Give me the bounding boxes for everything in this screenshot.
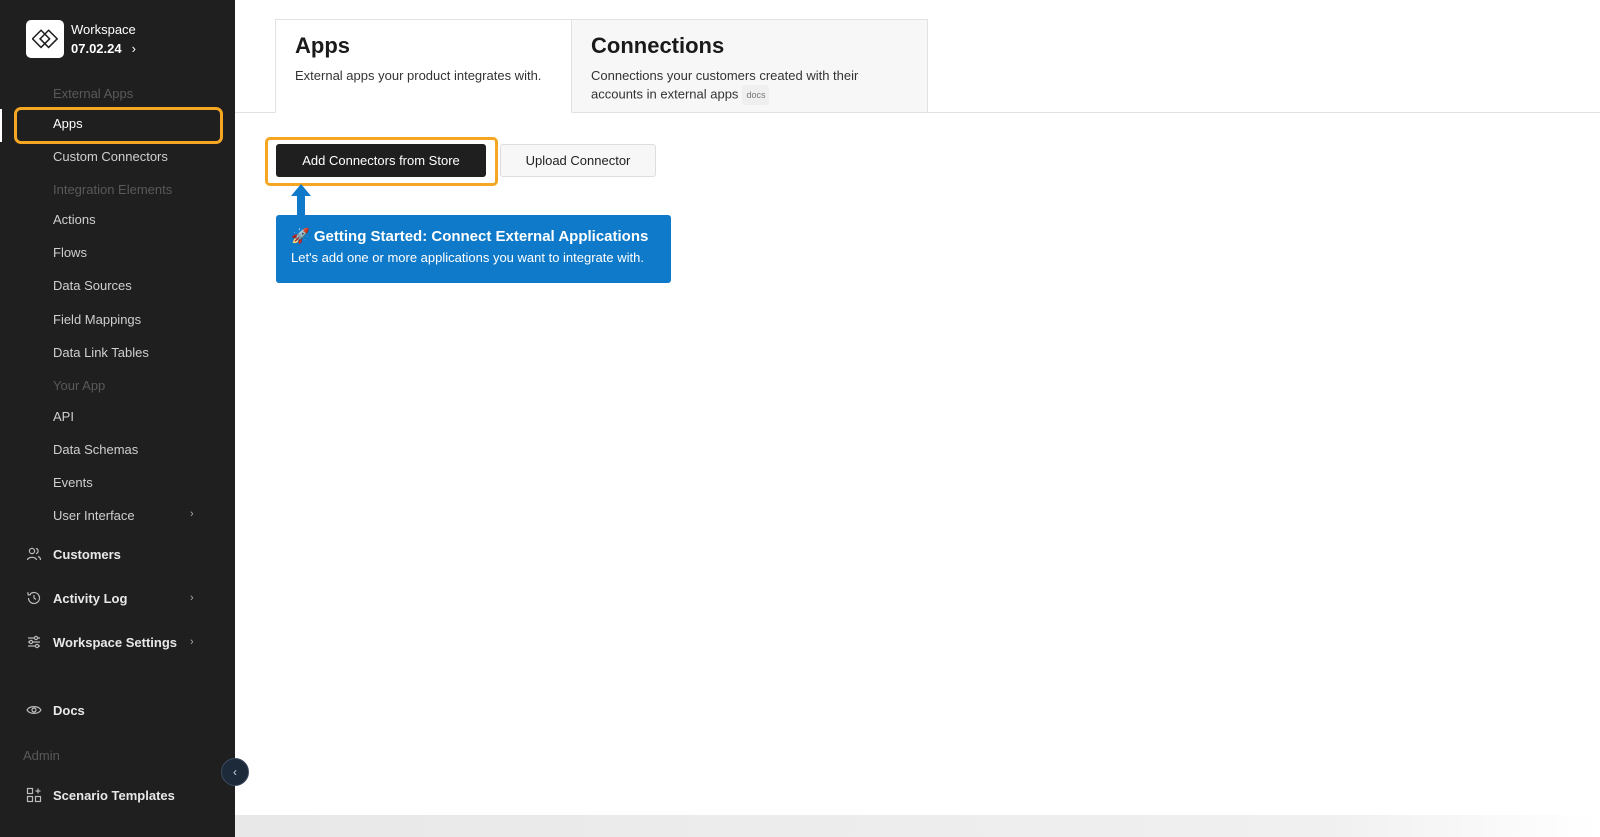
sidebar-item-data-sources[interactable]: Data Sources	[53, 278, 132, 293]
bottom-fade	[235, 815, 1600, 837]
sidebar: Workspace 07.02.24 › External Apps Apps C…	[0, 0, 235, 837]
chevron-right-icon[interactable]: ›	[190, 636, 194, 648]
section-integration-elements: Integration Elements	[53, 182, 173, 197]
docs-badge[interactable]: docs	[742, 85, 770, 105]
sidebar-item-data-link-tables[interactable]: Data Link Tables	[53, 345, 149, 360]
sidebar-item-apps[interactable]: Apps	[53, 116, 83, 131]
add-connectors-from-store-button[interactable]: Add Connectors from Store	[276, 144, 486, 177]
sidebar-item-actions[interactable]: Actions	[53, 212, 96, 227]
sidebar-item-flows[interactable]: Flows	[53, 245, 87, 260]
tab-title: Apps	[295, 33, 350, 58]
sidebar-item-data-schemas[interactable]: Data Schemas	[53, 442, 138, 457]
tab-description: External apps your product integrates wi…	[295, 68, 542, 83]
tab-title: Connections	[591, 33, 725, 58]
section-your-app: Your App	[53, 378, 106, 393]
tooltip-title: Getting Started: Connect External Applic…	[313, 228, 649, 245]
sidebar-item-user-interface[interactable]: User Interface	[53, 508, 135, 523]
sidebar-item-scenario-templates[interactable]: Scenario Templates	[26, 787, 175, 803]
tab-apps[interactable]: Apps External apps your product integrat…	[275, 19, 572, 113]
tab-description: Connections your customers created with …	[591, 68, 859, 102]
section-admin: Admin	[23, 748, 60, 763]
tooltip-body: Let's add one or more applications you w…	[291, 250, 644, 265]
sidebar-item-customers[interactable]: Customers	[26, 546, 121, 562]
tooltip-pointer-icon	[291, 184, 311, 218]
sidebar-item-custom-connectors[interactable]: Custom Connectors	[53, 149, 168, 164]
sidebar-item-label: Workspace Settings	[53, 634, 178, 650]
active-indicator	[0, 109, 2, 142]
workspace-logo-icon	[26, 20, 64, 58]
history-icon	[27, 591, 41, 605]
tab-connections[interactable]: Connections Connections your customers c…	[572, 19, 928, 113]
sidebar-item-label: Docs	[53, 702, 85, 718]
sidebar-item-label: Scenario Templates	[53, 787, 175, 803]
tab-description-wrap: Connections your customers created with …	[591, 67, 911, 105]
sidebar-item-field-mappings[interactable]: Field Mappings	[53, 312, 141, 327]
workspace-name: Workspace	[71, 22, 136, 37]
getting-started-tooltip: 🚀 Getting Started: Connect External Appl…	[276, 215, 671, 283]
upload-connector-button[interactable]: Upload Connector	[500, 144, 656, 177]
chevron-right-icon: ›	[131, 41, 136, 56]
workspace-switcher[interactable]: Workspace 07.02.24 ›	[26, 20, 136, 58]
sidebar-item-docs[interactable]: Docs	[26, 702, 85, 718]
sliders-icon	[28, 635, 40, 649]
workspace-version: 07.02.24	[71, 41, 122, 56]
sidebar-item-label: Customers	[53, 546, 121, 562]
users-icon	[26, 547, 42, 561]
sidebar-item-api[interactable]: API	[53, 409, 74, 424]
sidebar-item-workspace-settings[interactable]: Workspace Settings	[26, 634, 177, 650]
eye-icon	[26, 706, 42, 714]
chevron-right-icon[interactable]: ›	[190, 592, 194, 604]
collapse-sidebar-button[interactable]: ‹	[221, 758, 249, 786]
sidebar-item-events[interactable]: Events	[53, 475, 93, 490]
section-external-apps: External Apps	[53, 86, 134, 101]
apps-highlight	[14, 107, 223, 144]
grid-plus-icon	[26, 787, 42, 803]
chevron-right-icon[interactable]: ›	[190, 508, 194, 520]
sidebar-item-activity-log[interactable]: Activity Log	[26, 590, 127, 606]
chevron-left-icon: ‹	[233, 765, 237, 779]
sidebar-item-label: Activity Log	[53, 590, 128, 606]
rocket-icon: 🚀	[291, 228, 310, 245]
